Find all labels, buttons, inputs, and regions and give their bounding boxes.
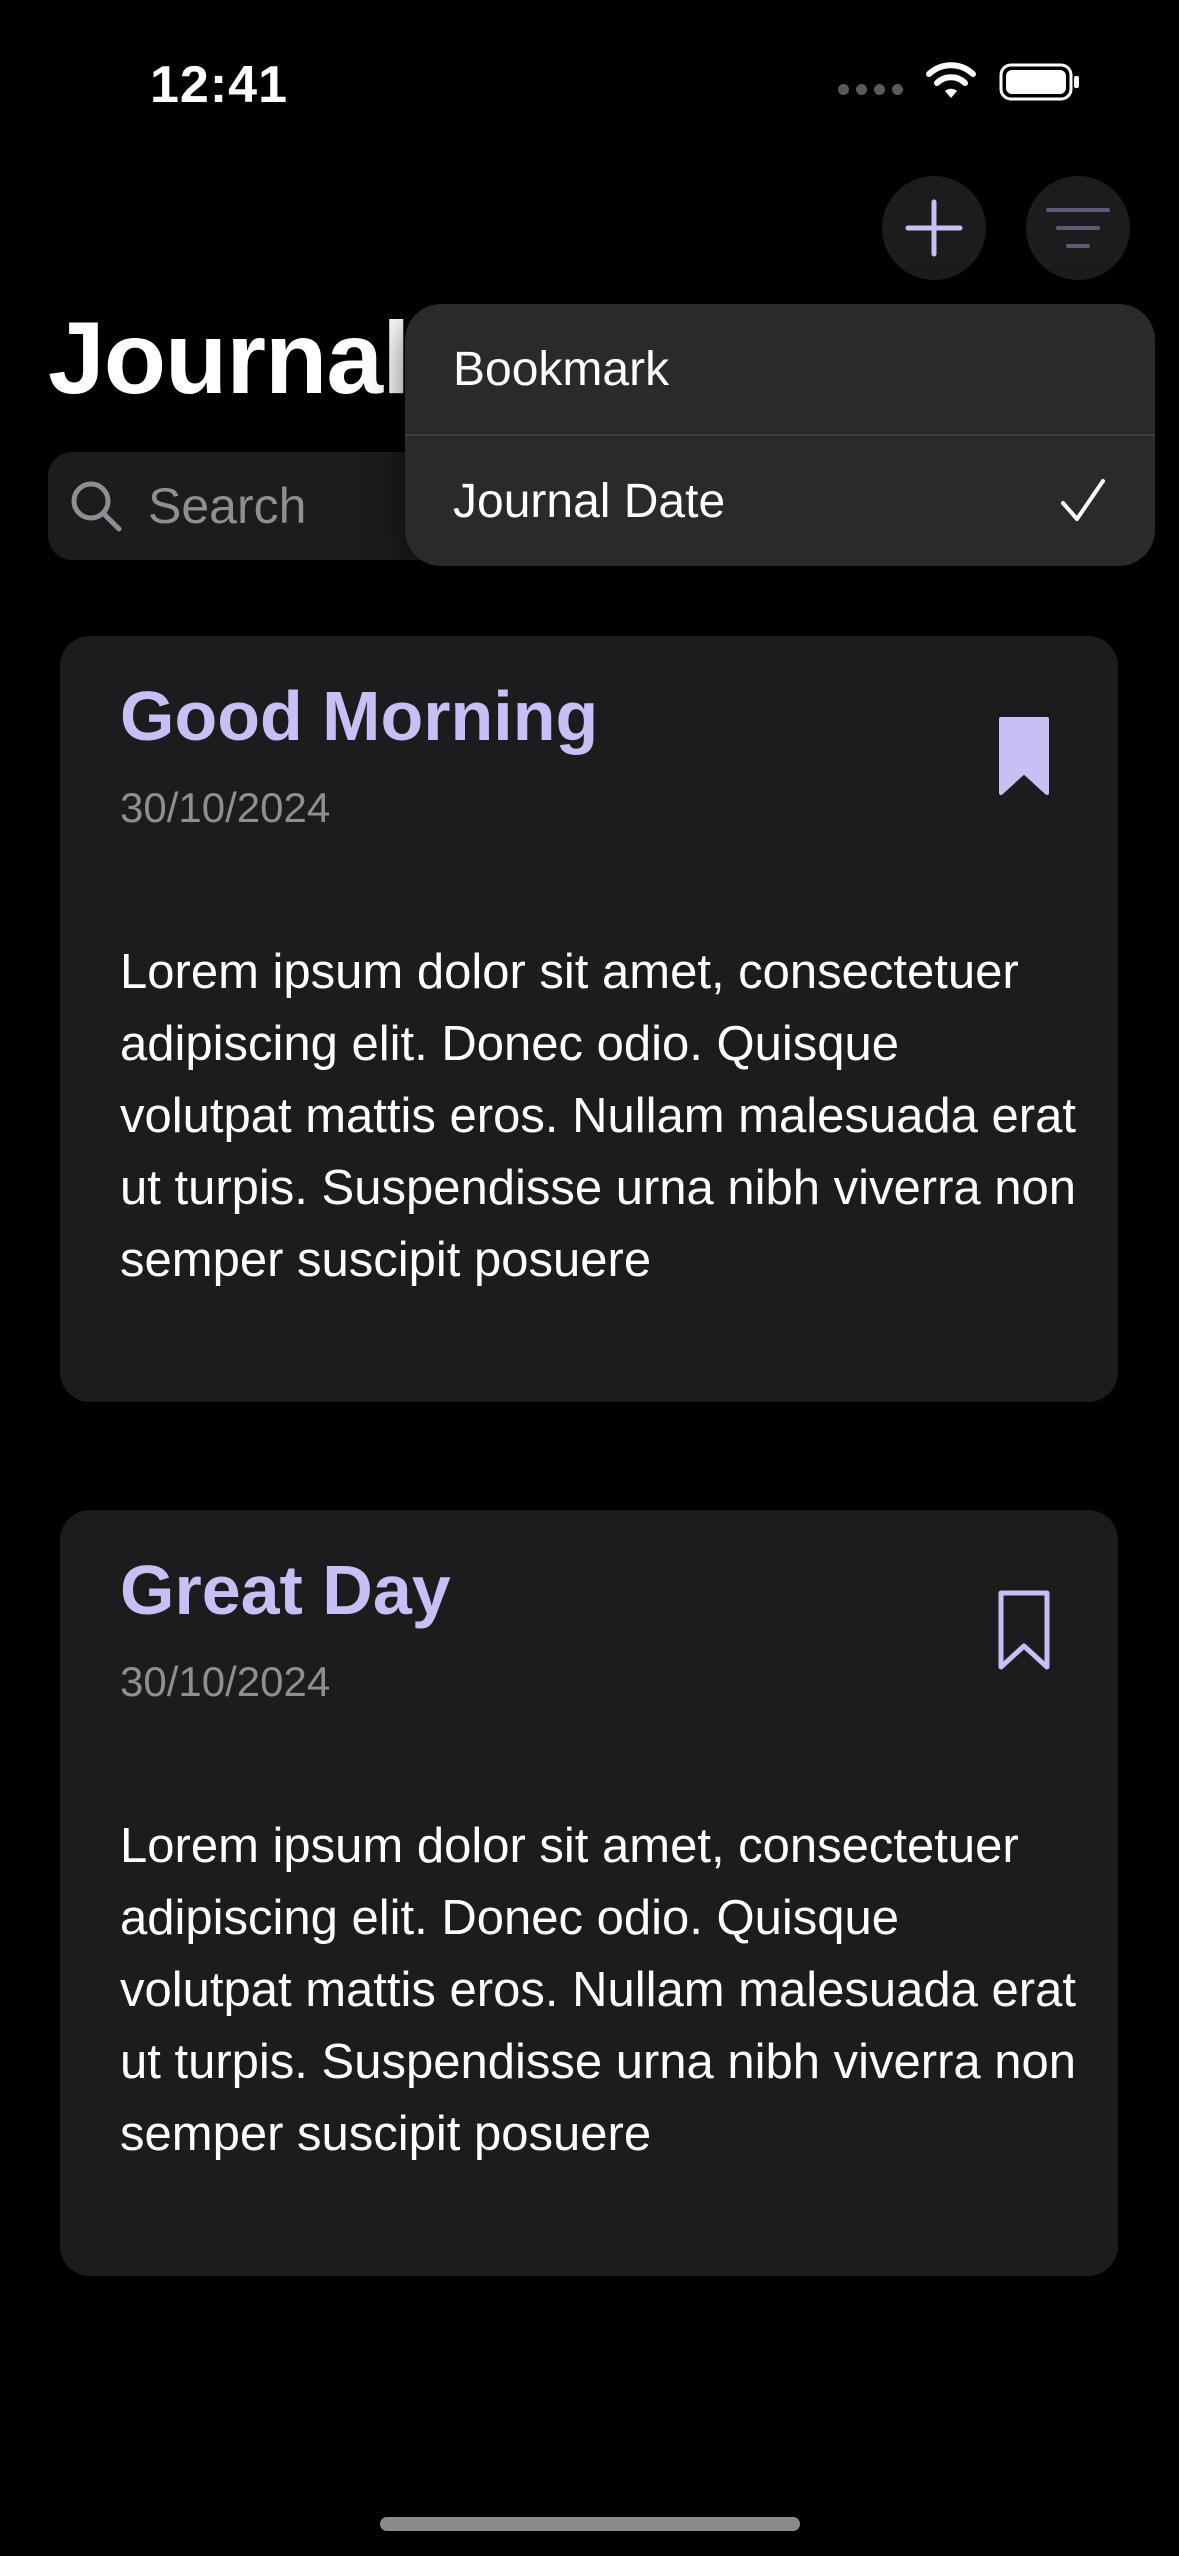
entry-title: Great Day [120, 1551, 451, 1629]
bookmark-outline-icon[interactable] [998, 1590, 1050, 1670]
menu-item-label: Journal Date [453, 474, 726, 528]
wifi-icon [926, 62, 976, 98]
entry-date: 30/10/2024 [120, 1658, 331, 1705]
search-icon [68, 478, 124, 534]
page-title: Journal [48, 301, 410, 415]
filter-lines-icon [1046, 208, 1110, 248]
bookmark-filled-icon[interactable] [998, 716, 1050, 796]
journal-entry-card[interactable]: Great Day 30/10/2024 Lorem ipsum dolor s… [60, 1510, 1118, 2276]
menu-item-label: Bookmark [453, 342, 670, 396]
entry-date: 30/10/2024 [120, 784, 331, 831]
add-entry-button[interactable] [882, 176, 986, 280]
home-indicator[interactable] [380, 2517, 800, 2531]
sort-filter-button[interactable] [1026, 176, 1130, 280]
checkmark-icon [1061, 479, 1105, 521]
entry-body: Lorem ipsum dolor sit amet, consectetuer… [120, 1819, 1077, 2161]
status-time: 12:41 [150, 56, 288, 114]
journal-entry-card[interactable]: Good Morning 30/10/2024 Lorem ipsum dolo… [60, 636, 1118, 1402]
entry-body: Lorem ipsum dolor sit amet, consectetuer… [120, 945, 1077, 1287]
plus-icon [905, 199, 963, 257]
status-icons [838, 62, 1081, 102]
battery-icon [999, 63, 1079, 101]
menu-item-journal-date[interactable]: Journal Date [405, 436, 1155, 566]
entry-title: Good Morning [120, 677, 599, 755]
sort-menu: Bookmark Journal Date [405, 304, 1155, 566]
cellular-signal-icon [838, 83, 903, 95]
menu-item-bookmark[interactable]: Bookmark [405, 304, 1155, 434]
